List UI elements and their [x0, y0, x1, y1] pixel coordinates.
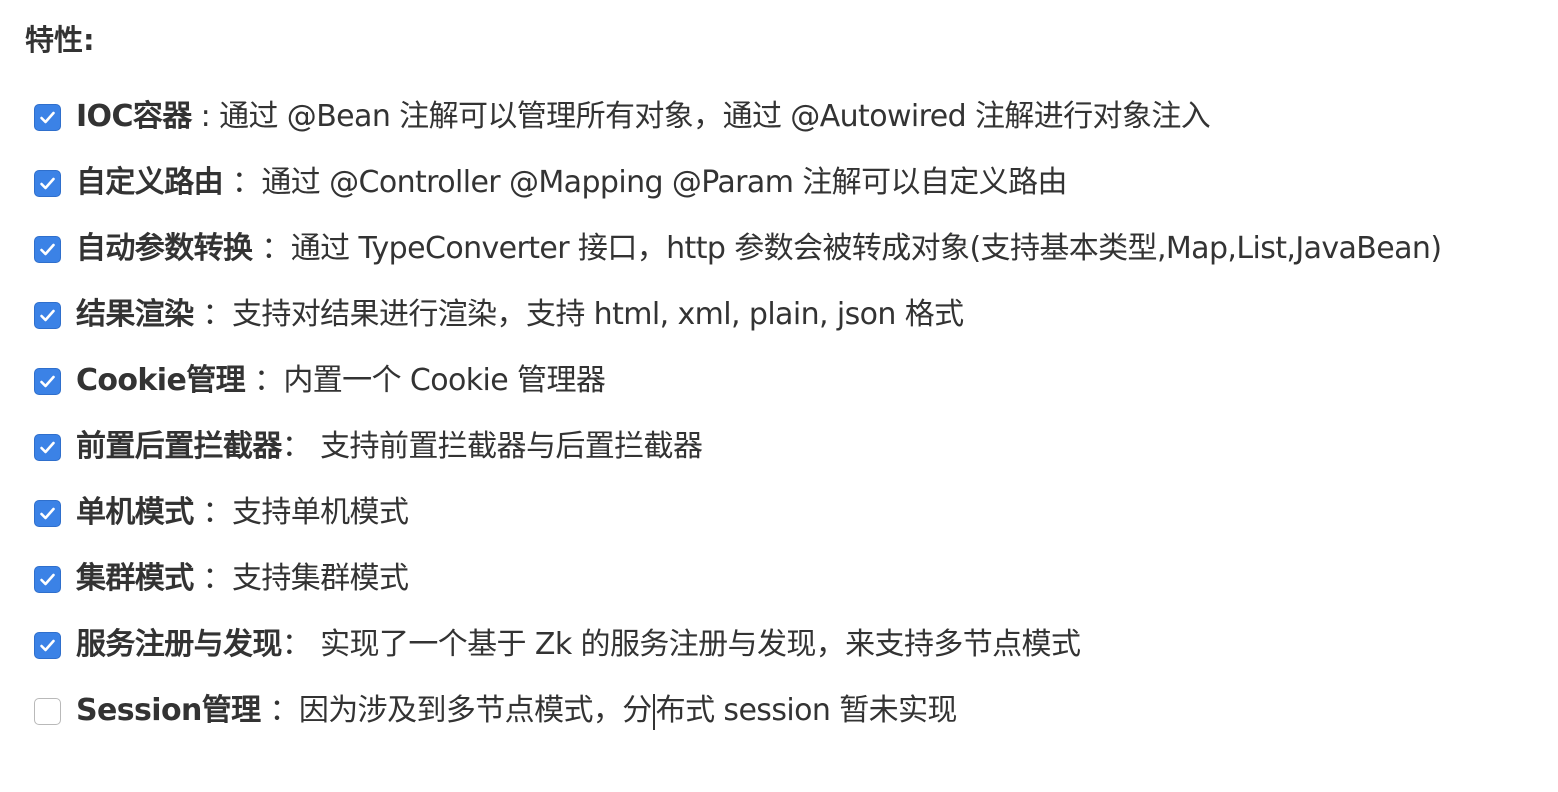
task-item-param-conversion: 自动参数转换 ：通过 TypeConverter 接口，http 参数会被转成对… [34, 227, 1442, 271]
task-item-service-discovery: 服务注册与发现： 实现了一个基于 Zk 的服务注册与发现，来支持多节点模式 [34, 623, 1441, 667]
task-title: Session管理 [76, 693, 261, 728]
task-title: 集群模式 [76, 561, 194, 596]
task-checkbox-service-discovery[interactable] [34, 631, 61, 659]
task-item-standalone: 单机模式 ：支持单机模式 [34, 491, 1441, 535]
task-title: IOC容器 [76, 99, 192, 134]
text-cursor [652, 693, 655, 730]
task-description: : 通过 @Bean 注解可以管理所有对象，通过 @Autowired 注解进行… [191, 99, 1211, 134]
task-checkbox-routing[interactable] [34, 169, 61, 197]
task-text-ioc: IOC容器 : 通过 @Bean 注解可以管理所有对象，通过 @Autowire… [76, 95, 1211, 139]
task-item-interceptors: 前置后置拦截器： 支持前置拦截器与后置拦截器 [34, 425, 1441, 469]
task-checkbox-cluster[interactable] [34, 565, 61, 593]
task-item-session: Session管理 ：因为涉及到多节点模式，分 布式 session 暂未实现 [34, 689, 1441, 733]
checkmark-icon [40, 111, 55, 123]
task-description: ：支持单机模式 [193, 495, 409, 530]
task-item-cluster: 集群模式 ：支持集群模式 [34, 557, 1441, 601]
checkmark-icon [40, 243, 55, 255]
task-text-param-conversion: 自动参数转换 ：通过 TypeConverter 接口，http 参数会被转成对… [76, 227, 1442, 271]
task-text-routing: 自定义路由 ：通过 @Controller @Mapping @Param 注解… [76, 161, 1067, 205]
task-checkbox-interceptors[interactable] [34, 433, 61, 461]
task-text-cookie: Cookie管理 ：内置一个 Cookie 管理器 [76, 359, 606, 403]
task-item-ioc: IOC容器 : 通过 @Bean 注解可以管理所有对象，通过 @Autowire… [34, 95, 1441, 139]
task-description: ：支持集群模式 [193, 561, 409, 596]
task-text-rendering: 结果渲染 ：支持对结果进行渲染，支持 html, xml, plain, jso… [76, 293, 964, 337]
features-heading: 特性: [25, 23, 95, 57]
task-item-rendering: 结果渲染 ：支持对结果进行渲染，支持 html, xml, plain, jso… [34, 293, 1441, 337]
task-checkbox-rendering[interactable] [34, 301, 61, 329]
task-title: 结果渲染 [76, 297, 194, 332]
task-description: ： 实现了一个基于 Zk 的服务注册与发现，来支持多节点模式 [281, 627, 1081, 662]
task-title: 自定义路由 [76, 165, 224, 200]
checkmark-icon [40, 375, 55, 387]
task-checkbox-param-conversion[interactable] [34, 235, 61, 263]
task-item-routing: 自定义路由 ：通过 @Controller @Mapping @Param 注解… [34, 161, 1441, 205]
task-item-cookie: Cookie管理 ：内置一个 Cookie 管理器 [34, 359, 1441, 403]
task-text-session[interactable]: Session管理 ：因为涉及到多节点模式，分 布式 session 暂未实现 [76, 689, 957, 733]
task-title: Cookie管理 [76, 363, 246, 398]
task-checkbox-cookie[interactable] [34, 367, 61, 395]
checkmark-icon [40, 573, 55, 585]
task-description: ：通过 TypeConverter 接口，http 参数会被转成对象(支持基本类… [252, 231, 1442, 266]
checkmark-icon [40, 177, 55, 189]
checkmark-icon [40, 441, 55, 453]
task-text-service-discovery: 服务注册与发现： 实现了一个基于 Zk 的服务注册与发现，来支持多节点模式 [76, 623, 1081, 667]
task-text-interceptors: 前置后置拦截器： 支持前置拦截器与后置拦截器 [76, 425, 703, 469]
checkmark-icon [40, 507, 55, 519]
task-checkbox-ioc[interactable] [34, 103, 61, 131]
task-title: 前置后置拦截器 [76, 429, 282, 464]
task-checkbox-session[interactable] [34, 697, 61, 725]
checkmark-icon [40, 309, 55, 321]
task-title: 单机模式 [76, 495, 194, 530]
task-description: ：内置一个 Cookie 管理器 [245, 363, 606, 398]
checkmark-icon [40, 639, 55, 651]
task-checkbox-standalone[interactable] [34, 499, 61, 527]
task-description: ： 支持前置拦截器与后置拦截器 [281, 429, 703, 464]
task-text-standalone: 单机模式 ：支持单机模式 [76, 491, 409, 535]
feature-task-list: IOC容器 : 通过 @Bean 注解可以管理所有对象，通过 @Autowire… [34, 95, 1442, 755]
task-title: 自动参数转换 [76, 231, 253, 266]
task-description: ：支持对结果进行渲染，支持 html, xml, plain, json 格式 [193, 297, 965, 332]
task-description: ：因为涉及到多节点模式，分 [260, 693, 652, 728]
task-title: 服务注册与发现 [76, 627, 282, 662]
task-text-cluster: 集群模式 ：支持集群模式 [76, 557, 409, 601]
task-description: ：通过 @Controller @Mapping @Param 注解可以自定义路… [223, 165, 1068, 200]
task-description-continued: 布式 session 暂未实现 [655, 693, 958, 728]
